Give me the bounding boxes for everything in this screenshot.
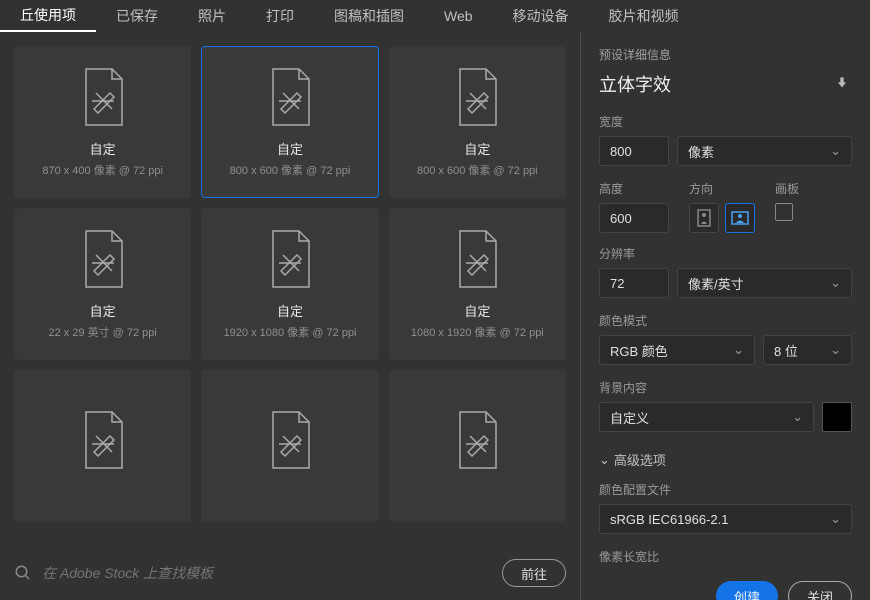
document-icon <box>78 229 128 291</box>
document-icon <box>265 67 315 129</box>
chevron-down-icon: ⌄ <box>830 342 841 358</box>
document-icon <box>452 67 502 129</box>
color-profile-label: 颜色配置文件 <box>599 481 852 498</box>
chevron-down-icon: ⌄ <box>830 275 841 291</box>
tab-0[interactable]: 丘使用项 <box>0 0 96 32</box>
search-icon <box>14 564 32 582</box>
preset-name: 自定 <box>464 301 490 320</box>
save-preset-icon[interactable] <box>832 74 852 94</box>
width-unit-select[interactable]: 像素 ⌄ <box>677 136 852 166</box>
resolution-unit-value: 像素/英寸 <box>688 274 744 293</box>
document-icon <box>78 410 128 472</box>
orientation-label: 方向 <box>689 180 755 197</box>
document-icon <box>452 410 502 472</box>
preset-card[interactable]: 自定 1920 x 1080 像素 @ 72 ppi <box>201 208 378 360</box>
background-color-swatch[interactable] <box>822 402 852 432</box>
document-icon <box>265 410 315 472</box>
preset-dimensions: 22 x 29 英寸 @ 72 ppi <box>48 324 156 340</box>
resolution-label: 分辨率 <box>599 245 852 262</box>
color-profile-select[interactable]: sRGB IEC61966-2.1 ⌄ <box>599 504 852 534</box>
category-tabs: 丘使用项已保存照片打印图稿和插图Web移动设备胶片和视频 <box>0 0 870 32</box>
create-button[interactable]: 创建 <box>716 581 778 600</box>
document-icon <box>452 229 502 291</box>
preset-card[interactable]: 自定 870 x 400 像素 @ 72 ppi <box>14 46 191 198</box>
color-mode-select[interactable]: RGB 颜色 ⌄ <box>599 335 755 365</box>
search-bar: 前往 <box>0 546 580 600</box>
preset-name: 自定 <box>464 139 490 158</box>
tab-6[interactable]: 移动设备 <box>493 0 589 32</box>
tab-3[interactable]: 打印 <box>246 0 314 32</box>
tab-1[interactable]: 已保存 <box>96 0 178 32</box>
background-select[interactable]: 自定义 ⌄ <box>599 402 814 432</box>
chevron-down-icon: ⌄ <box>733 342 744 358</box>
preset-card[interactable] <box>201 370 378 522</box>
tab-2[interactable]: 照片 <box>178 0 246 32</box>
preset-dimensions: 1920 x 1080 像素 @ 72 ppi <box>224 324 357 340</box>
advanced-options-toggle[interactable]: ⌄ 高级选项 <box>599 450 852 469</box>
tab-5[interactable]: Web <box>424 0 493 32</box>
width-label: 宽度 <box>599 113 852 130</box>
preset-dimensions: 800 x 600 像素 @ 72 ppi <box>417 162 538 178</box>
preset-card[interactable]: 自定 22 x 29 英寸 @ 72 ppi <box>14 208 191 360</box>
details-section-title: 预设详细信息 <box>599 46 852 63</box>
tab-7[interactable]: 胶片和视频 <box>589 0 699 32</box>
height-label: 高度 <box>599 180 669 197</box>
document-icon <box>78 67 128 129</box>
preset-name: 自定 <box>90 139 116 158</box>
preset-card[interactable]: 自定 800 x 600 像素 @ 72 ppi <box>389 46 566 198</box>
close-button[interactable]: 关闭 <box>788 581 852 600</box>
artboard-label: 画板 <box>775 180 799 197</box>
preset-name: 自定 <box>277 301 303 320</box>
width-unit-value: 像素 <box>688 142 714 161</box>
preset-card[interactable] <box>389 370 566 522</box>
preset-dimensions: 800 x 600 像素 @ 72 ppi <box>230 162 351 178</box>
preset-dimensions: 870 x 400 像素 @ 72 ppi <box>42 162 163 178</box>
bit-depth-value: 8 位 <box>774 341 798 360</box>
artboard-checkbox[interactable] <box>775 203 793 221</box>
preset-name: 自定 <box>277 139 303 158</box>
preset-card[interactable]: 自定 800 x 600 像素 @ 72 ppi <box>201 46 378 198</box>
resolution-unit-select[interactable]: 像素/英寸 ⌄ <box>677 268 852 298</box>
tab-4[interactable]: 图稿和插图 <box>314 0 424 32</box>
preset-dimensions: 1080 x 1920 像素 @ 72 ppi <box>411 324 544 340</box>
document-icon <box>265 229 315 291</box>
advanced-label: 高级选项 <box>614 450 666 469</box>
color-mode-value: RGB 颜色 <box>610 341 668 360</box>
bit-depth-select[interactable]: 8 位 ⌄ <box>763 335 852 365</box>
background-value: 自定义 <box>610 408 649 427</box>
width-input[interactable] <box>599 136 669 166</box>
resolution-input[interactable] <box>599 268 669 298</box>
preset-details-panel: 预设详细信息 立体字效 宽度 像素 ⌄ 高度 <box>580 32 870 600</box>
orientation-portrait-button[interactable] <box>689 203 719 233</box>
search-go-button[interactable]: 前往 <box>502 559 566 587</box>
chevron-down-icon: ⌄ <box>599 452 610 468</box>
background-label: 背景内容 <box>599 379 852 396</box>
chevron-down-icon: ⌄ <box>792 409 803 425</box>
preset-card[interactable] <box>14 370 191 522</box>
document-name[interactable]: 立体字效 <box>599 71 832 97</box>
color-mode-label: 颜色模式 <box>599 312 852 329</box>
preset-grid: 自定 870 x 400 像素 @ 72 ppi 自定 800 x 600 像素 @ … <box>0 32 580 546</box>
height-input[interactable] <box>599 203 669 233</box>
search-input[interactable] <box>42 565 492 581</box>
orientation-landscape-button[interactable] <box>725 203 755 233</box>
pixel-aspect-label: 像素长宽比 <box>599 548 852 565</box>
preset-card[interactable]: 自定 1080 x 1920 像素 @ 72 ppi <box>389 208 566 360</box>
color-profile-value: sRGB IEC61966-2.1 <box>610 512 729 527</box>
chevron-down-icon: ⌄ <box>830 511 841 527</box>
preset-name: 自定 <box>90 301 116 320</box>
chevron-down-icon: ⌄ <box>830 143 841 159</box>
